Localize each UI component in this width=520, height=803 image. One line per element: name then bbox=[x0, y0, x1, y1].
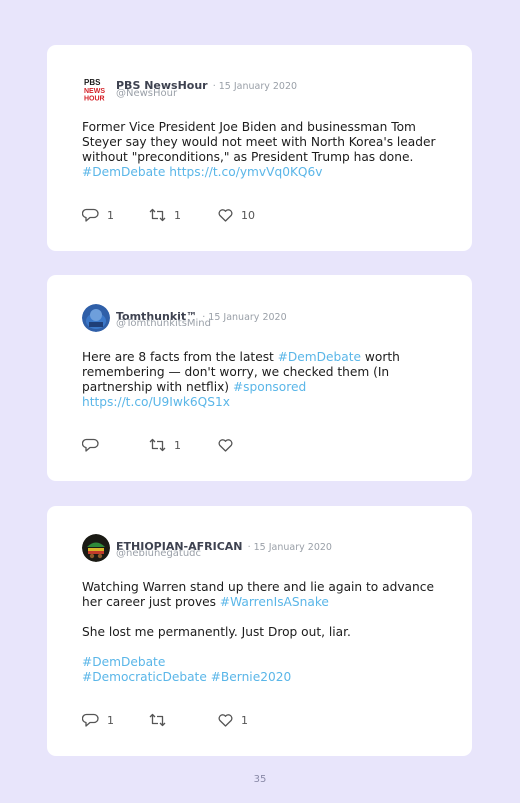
tweet-date: · 15 January 2020 bbox=[202, 312, 287, 323]
avatar[interactable] bbox=[82, 534, 110, 562]
retweet-count: 1 bbox=[174, 208, 181, 222]
url-link[interactable]: https://t.co/U9Iwk6QS1x bbox=[82, 395, 442, 410]
tweet-fragment: Here are 8 facts from the latest bbox=[82, 350, 278, 364]
tweet-line: her career just proves #WarrenIsASnake bbox=[82, 595, 442, 610]
like-count: 10 bbox=[241, 208, 255, 222]
pbs-newshour-logo: PBS NEWS HOUR bbox=[82, 76, 108, 104]
tweet-line: Watching Warren stand up there and lie a… bbox=[82, 580, 434, 594]
retweet-icon bbox=[149, 208, 166, 222]
hashtag-link[interactable]: #WarrenIsASnake bbox=[220, 595, 329, 609]
tweet-fragment: partnership with netflix) bbox=[82, 380, 233, 394]
tweet-fragment: worth bbox=[361, 350, 400, 364]
tweet-actions: 1 1 bbox=[82, 712, 322, 728]
tweet-text: Watching Warren stand up there and lie a… bbox=[82, 580, 442, 685]
retweet-icon bbox=[149, 438, 166, 452]
tweet-line: Steyer say they would not meet with Nort… bbox=[82, 135, 436, 149]
tweet-text: Former Vice President Joe Biden and busi… bbox=[82, 120, 442, 180]
like-icon bbox=[218, 713, 233, 727]
url-link[interactable]: https://t.co/ymvVq0KQ6v bbox=[169, 165, 322, 179]
tweet-line: #DemocraticDebate #Bernie2020 bbox=[82, 670, 442, 685]
retweet-count: 1 bbox=[174, 438, 181, 452]
like-button[interactable] bbox=[218, 437, 241, 453]
hashtag-link[interactable]: #DemocraticDebate bbox=[82, 670, 207, 684]
tweet-fragment: her career just proves bbox=[82, 595, 220, 609]
author-handle[interactable]: @TomthunkitsMind bbox=[116, 318, 211, 329]
tweet-date: · 15 January 2020 bbox=[247, 542, 332, 553]
svg-text:HOUR: HOUR bbox=[84, 96, 105, 103]
svg-text:PBS: PBS bbox=[84, 78, 101, 87]
tweet-actions: 1 bbox=[82, 437, 322, 453]
avatar-image bbox=[82, 534, 110, 562]
reply-icon bbox=[82, 438, 99, 452]
hashtag-link[interactable]: #DemDebate bbox=[278, 350, 361, 364]
like-icon bbox=[218, 208, 233, 222]
tweet-line: She lost me permanently. Just Drop out, … bbox=[82, 625, 351, 639]
hashtag-link[interactable]: #Bernie2020 bbox=[211, 670, 292, 684]
retweet-button[interactable]: 1 bbox=[149, 207, 181, 223]
tweet-date: · 15 January 2020 bbox=[212, 81, 298, 92]
tweet-line: partnership with netflix) #sponsored bbox=[82, 380, 442, 395]
like-count: 1 bbox=[241, 713, 248, 727]
tweet-line: remembering — don't worry, we checked th… bbox=[82, 365, 390, 379]
author-handle[interactable]: @nebiunegatudc bbox=[116, 548, 201, 559]
avatar[interactable] bbox=[82, 304, 110, 332]
reply-count: 1 bbox=[107, 713, 114, 727]
reply-icon bbox=[82, 208, 99, 222]
like-button[interactable]: 1 bbox=[218, 712, 248, 728]
hashtag-link[interactable]: #DemDebate bbox=[82, 165, 165, 179]
reply-button[interactable]: 1 bbox=[82, 712, 114, 728]
page-number: 35 bbox=[253, 774, 267, 785]
tweet-actions: 1 1 10 bbox=[82, 207, 322, 223]
retweet-button[interactable] bbox=[149, 712, 174, 728]
tweet-card: PBS NEWS HOUR PBS NewsHour · 15 January … bbox=[47, 45, 472, 251]
hashtag-link[interactable]: #DemDebate bbox=[82, 655, 442, 670]
reply-button[interactable] bbox=[82, 437, 107, 453]
tweet-text: Here are 8 facts from the latest #DemDeb… bbox=[82, 350, 442, 410]
tweet-line: without "preconditions," as President Tr… bbox=[82, 150, 414, 164]
retweet-button[interactable]: 1 bbox=[149, 437, 181, 453]
avatar-image bbox=[82, 304, 110, 332]
tweet-card: ETHIOPIAN-AFRICAN · 15 January 2020 @neb… bbox=[47, 506, 472, 756]
reply-count: 1 bbox=[107, 208, 114, 222]
like-icon bbox=[218, 438, 233, 452]
author-handle[interactable]: @NewsHour bbox=[116, 88, 177, 99]
retweet-icon bbox=[149, 713, 166, 727]
pbs-logo-icon: PBS NEWS HOUR bbox=[82, 76, 108, 104]
hashtag-link[interactable]: #sponsored bbox=[233, 380, 306, 394]
reply-button[interactable]: 1 bbox=[82, 207, 114, 223]
tweet-line: #DemDebate https://t.co/ymvVq0KQ6v bbox=[82, 165, 442, 180]
like-button[interactable]: 10 bbox=[218, 207, 255, 223]
tweet-line: Former Vice President Joe Biden and busi… bbox=[82, 120, 416, 134]
svg-text:NEWS: NEWS bbox=[84, 88, 105, 95]
reply-icon bbox=[82, 713, 99, 727]
tweet-card: Tomthunkit™ · 15 January 2020 @Tomthunki… bbox=[47, 275, 472, 481]
tweet-line: Here are 8 facts from the latest #DemDeb… bbox=[82, 350, 442, 365]
